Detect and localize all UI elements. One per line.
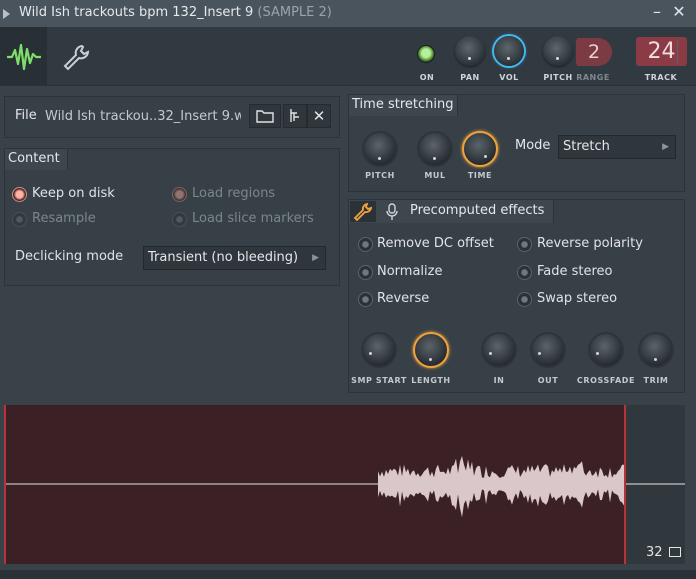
remove-file-button[interactable]: ✕	[307, 104, 331, 128]
open-folder-button[interactable]	[249, 104, 281, 128]
pan-label: PAN	[460, 73, 480, 82]
precomputed-wrench-button[interactable]	[350, 201, 376, 222]
tree-icon	[290, 109, 299, 122]
declicking-mode-label: Declicking mode	[15, 249, 124, 264]
pan-knob[interactable]	[455, 36, 485, 66]
vol-label: VOL	[499, 73, 519, 82]
trim-label: TRIM	[643, 376, 669, 385]
folder-icon	[256, 110, 274, 123]
zoom-frame-icon	[668, 547, 681, 557]
fade-stereo-checkbox[interactable]	[517, 265, 532, 280]
declicking-mode-select[interactable]: Transient (no bleeding) ▶	[143, 246, 326, 270]
declicking-mode-value: Transient (no bleeding)	[148, 250, 299, 265]
track-label: TRACK	[644, 73, 678, 82]
resample-radio[interactable]	[12, 212, 27, 227]
wrench-icon[interactable]	[60, 41, 92, 73]
menu-arrow-icon[interactable]	[3, 9, 10, 19]
waveform-graph	[4, 455, 685, 518]
reverse-polarity-label: Reverse polarity	[537, 236, 643, 251]
on-label: ON	[419, 73, 435, 82]
precomputed-effects-heading: Precomputed effects	[410, 203, 545, 218]
swap-stereo-label: Swap stereo	[537, 291, 618, 306]
pitch-knob[interactable]	[543, 36, 573, 66]
waveform-icon	[7, 43, 41, 71]
end-marker[interactable]	[624, 405, 626, 564]
status-bar	[0, 570, 696, 579]
normalize-checkbox[interactable]	[358, 265, 373, 280]
waveform-signal	[378, 455, 624, 518]
time-knob[interactable]	[462, 131, 498, 167]
length-label: LENGTH	[411, 376, 451, 385]
normalize-label: Normalize	[377, 264, 443, 279]
pitch-label: PITCH	[543, 73, 573, 82]
file-label: File	[15, 108, 37, 123]
stretch-pitch-knob[interactable]	[362, 131, 398, 167]
mode-select[interactable]: Stretch ▶	[558, 135, 676, 159]
trim-knob[interactable]	[638, 332, 674, 368]
wrench-icon	[353, 202, 373, 222]
smp-start-knob[interactable]	[361, 332, 397, 368]
content-heading: Content	[8, 151, 60, 166]
title-bar: Wild Ish trackouts bpm 132_Insert 9 (SAM…	[0, 0, 696, 27]
reverse-polarity-checkbox[interactable]	[517, 237, 532, 252]
microphone-icon[interactable]	[386, 203, 398, 221]
minimize-icon[interactable]: –	[648, 2, 666, 22]
remove-dc-offset-checkbox[interactable]	[358, 237, 373, 252]
track-scroll-handle[interactable]	[677, 40, 685, 64]
chevron-right-icon: ▶	[662, 142, 669, 152]
range-value[interactable]: 2	[576, 38, 612, 66]
window-title-subtitle: (SAMPLE 2)	[257, 5, 332, 20]
time-stretching-heading: Time stretching	[352, 97, 454, 112]
stretch-pitch-label: PITCH	[365, 171, 395, 180]
load-slice-markers-label: Load slice markers	[192, 211, 314, 226]
window-title: Wild Ish trackouts bpm 132_Insert 9 (SAM…	[19, 5, 332, 20]
chevron-right-icon: ▶	[312, 253, 319, 263]
crossfade-knob[interactable]	[588, 332, 624, 368]
out-knob[interactable]	[530, 332, 566, 368]
range-label: RANGE	[576, 73, 610, 82]
remove-dc-offset-label: Remove DC offset	[377, 236, 494, 251]
waveform-view-button[interactable]	[0, 27, 47, 85]
close-icon[interactable]: ✕	[670, 2, 688, 22]
mul-knob[interactable]	[417, 131, 453, 167]
volume-knob[interactable]	[494, 36, 524, 66]
close-x-icon: ✕	[312, 107, 326, 125]
mode-value: Stretch	[563, 139, 610, 154]
load-slice-markers-checkbox[interactable]	[172, 212, 187, 227]
load-regions-checkbox[interactable]	[172, 187, 187, 202]
keep-on-disk-radio[interactable]	[12, 187, 27, 202]
in-knob[interactable]	[481, 332, 517, 368]
file-name: Wild Ish trackou..32_Insert 9.wav	[45, 109, 241, 124]
length-knob[interactable]	[413, 332, 449, 368]
reverse-label: Reverse	[377, 291, 430, 306]
resample-label: Resample	[32, 211, 96, 226]
mode-label: Mode	[515, 138, 551, 153]
on-led-toggle[interactable]	[417, 45, 435, 63]
fade-stereo-label: Fade stereo	[537, 264, 613, 279]
window-title-name: Wild Ish trackouts bpm 132_Insert 9	[19, 5, 254, 20]
smp-start-label: SMP START	[351, 376, 407, 385]
keep-on-disk-label: Keep on disk	[32, 186, 115, 201]
browse-button[interactable]	[283, 104, 307, 128]
start-marker[interactable]	[4, 405, 6, 564]
load-regions-label: Load regions	[192, 186, 276, 201]
swap-stereo-checkbox[interactable]	[517, 292, 532, 307]
out-label: OUT	[537, 376, 559, 385]
time-label: TIME	[467, 171, 493, 180]
reverse-checkbox[interactable]	[358, 292, 373, 307]
zoom-indicator[interactable]: 32	[646, 545, 681, 560]
zoom-value: 32	[646, 545, 663, 560]
